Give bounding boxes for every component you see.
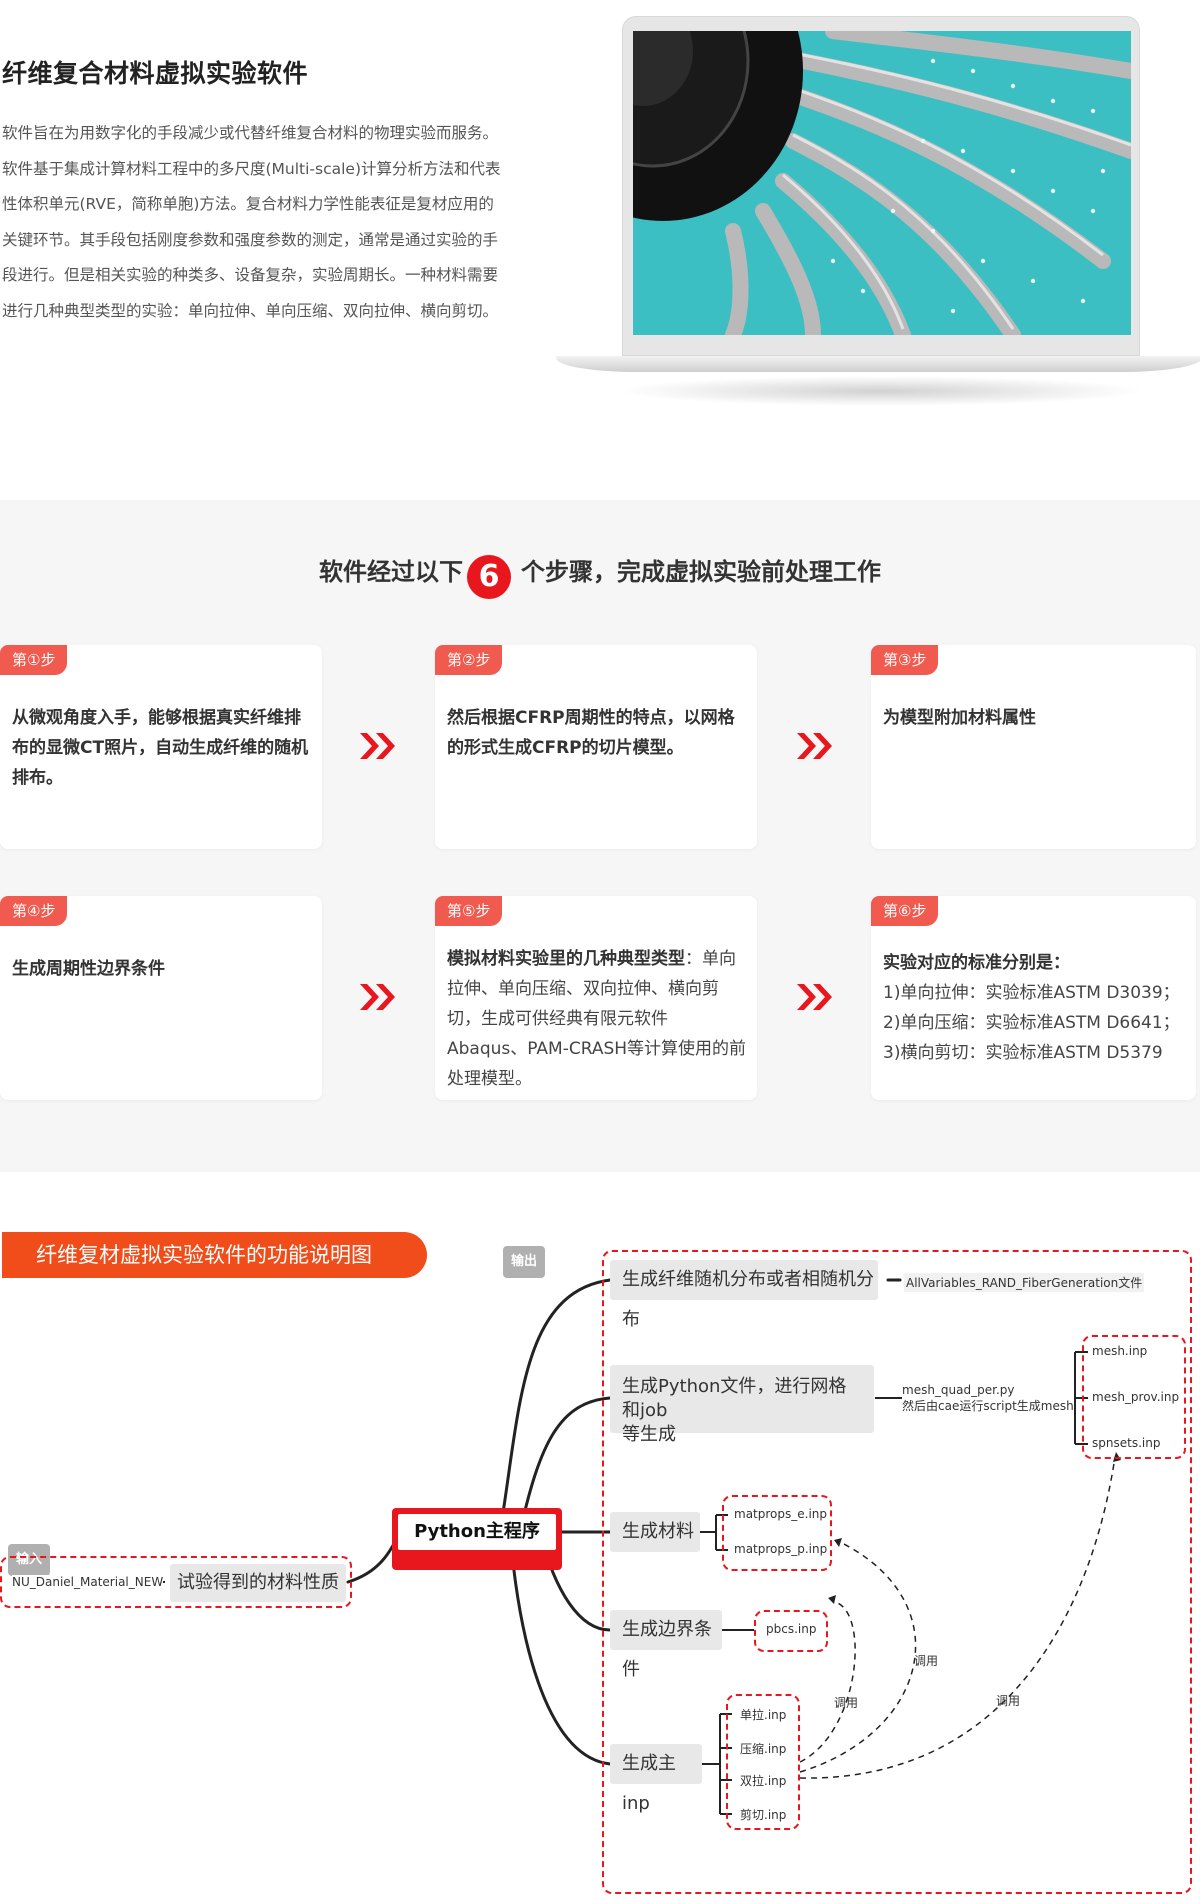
mesh-file: spnsets.inp: [1092, 1436, 1161, 1450]
call-label: 调用: [996, 1694, 1021, 1708]
standard-line: 2)单向压缩：实验标准ASTM D6641；: [883, 1013, 1180, 1033]
intro-line: 软件基于集成计算材料工程中的多尺度(Multi-scale)计算分析方法和代表: [2, 159, 501, 178]
steps-count-badge: 6: [467, 555, 511, 599]
intro-line: 软件旨在为用数字化的手段减少或代替纤维复合材料的物理实验而服务。: [2, 124, 499, 142]
branch-material: 生成材料: [610, 1512, 700, 1552]
mat-file: matprops_e.inp: [734, 1507, 827, 1521]
branch-boundary: 生成边界条件: [610, 1610, 722, 1680]
step-tag: 第③步: [871, 645, 939, 675]
standard-line: 1)单向拉伸：实验标准ASTM D3039；: [883, 983, 1180, 1003]
step-tag: 第①步: [0, 645, 68, 675]
main-inp-file: 剪切.inp: [740, 1806, 787, 1823]
laptop-base: [556, 356, 1200, 372]
step-text: 为模型附加材料属性: [883, 708, 1036, 728]
step-text-rest: ：单向拉伸、单向压缩、双向拉伸、横向剪切，生成可供经典有限元软件Abaqus、P…: [447, 949, 747, 1089]
double-chevron-right-icon: [797, 984, 832, 1010]
jet-engine-fan-image: [633, 31, 1131, 335]
output-badge: 输出: [503, 1246, 545, 1278]
main-inp-file: 单拉.inp: [740, 1706, 787, 1723]
main-inp-file: 双拉.inp: [740, 1772, 787, 1789]
step-tag: 第②步: [435, 645, 503, 675]
step-card-5: 第⑤步 模拟材料实验里的几种典型类型：单向拉伸、单向压缩、双向拉伸、横向剪切，生…: [435, 896, 757, 1100]
branch-python-mesh-line1: 生成Python文件，进行网格和job: [622, 1376, 847, 1421]
step-text-bold: 模拟材料实验里的几种典型类型: [447, 949, 685, 969]
double-chevron-right-icon: [360, 733, 395, 759]
python-main-label: Python主程序: [398, 1514, 556, 1550]
intro-line: 进行几种典型类型的实验：单向拉伸、单向压缩、双向拉伸、横向剪切。: [2, 301, 499, 320]
mesh-script-note: 然后由cae运行script生成mesh: [902, 1399, 1074, 1413]
mesh-script-name: mesh_quad_per.py: [902, 1383, 1015, 1397]
mesh-file: mesh.inp: [1092, 1344, 1148, 1358]
bc-file: pbcs.inp: [766, 1622, 817, 1636]
step-text: 生成周期性边界条件: [12, 959, 165, 979]
step-text: 实验对应的标准分别是： 1)单向拉伸：实验标准ASTM D3039； 2)单向压…: [883, 948, 1198, 1068]
branch-main-inp: 生成主inp: [610, 1744, 702, 1814]
step-text: 模拟材料实验里的几种典型类型：单向拉伸、单向压缩、双向拉伸、横向剪切，生成可供经…: [447, 944, 747, 1094]
fiber-generation-file: AllVariables_RAND_FiberGeneration文件: [904, 1273, 1145, 1292]
step-tag: 第⑥步: [871, 896, 939, 926]
main-inp-file: 压缩.inp: [740, 1740, 787, 1757]
mat-file: matprops_p.inp: [734, 1542, 828, 1556]
mesh-file: mesh_prov.inp: [1092, 1390, 1180, 1404]
step-text-bold: 实验对应的标准分别是：: [883, 953, 1070, 973]
step-text: 从微观角度入手，能够根据真实纤维排布的显微CT照片，自动生成纤维的随机排布。: [12, 708, 309, 788]
intro-section: 纤维复合材料虚拟实验软件 软件旨在为用数字化的手段减少或代替纤维复合材料的物理实…: [0, 0, 1200, 410]
steps-heading: 软件经过以下 6 个步骤，完成虚拟实验前处理工作: [0, 552, 1200, 599]
python-main-node: Python主程序: [392, 1508, 562, 1570]
branch-fiber-generation: 生成纤维随机分布或者相随机分布: [610, 1260, 878, 1330]
steps-section: 软件经过以下 6 个步骤，完成虚拟实验前处理工作 第①步 从微观角度入手，能够根据真…: [0, 500, 1200, 1172]
step-card-1: 第①步 从微观角度入手，能够根据真实纤维排布的显微CT照片，自动生成纤维的随机排…: [0, 645, 322, 849]
branch-python-mesh-line2: 等生成: [622, 1424, 676, 1445]
step-card-4: 第④步 生成周期性边界条件: [0, 896, 322, 1100]
input-file-label: NU_Daniel_Material_NEW: [12, 1575, 164, 1589]
input-node: 试验得到的材料性质: [170, 1564, 346, 1602]
intro-line: 关键环节。其手段包括刚度参数和强度参数的测定，通常是通过实验的手: [2, 230, 499, 249]
call-label: 调用: [914, 1654, 939, 1668]
intro-title: 纤维复合材料虚拟实验软件: [2, 59, 309, 88]
step-card-3: 第③步 为模型附加材料属性: [871, 645, 1196, 849]
laptop-lid: [622, 16, 1140, 356]
laptop-image: [556, 16, 1200, 411]
standard-line: 3)横向剪切：实验标准ASTM D5379: [883, 1043, 1163, 1063]
double-chevron-right-icon: [797, 733, 832, 759]
mindmap-section: 纤维复材虚拟实验软件的功能说明图 输出 输入 Python主程序 NU_Dani…: [0, 1172, 1200, 1904]
step-tag: 第④步: [0, 896, 68, 926]
call-label: 调用: [834, 1696, 859, 1710]
step-card-6: 第⑥步 实验对应的标准分别是： 1)单向拉伸：实验标准ASTM D3039； 2…: [871, 896, 1196, 1100]
step-text: 然后根据CFRP周期性的特点，以网格的形式生成CFRP的切片模型。: [447, 708, 735, 758]
double-chevron-right-icon: [360, 984, 395, 1010]
mesh-script-file: mesh_quad_per.py 然后由cae运行script生成mesh: [902, 1382, 1074, 1414]
steps-heading-after: 个步骤，完成虚拟实验前处理工作: [521, 558, 881, 586]
step-card-2: 第②步 然后根据CFRP周期性的特点，以网格的形式生成CFRP的切片模型。: [435, 645, 757, 849]
steps-heading-before: 软件经过以下: [319, 558, 463, 586]
laptop-shadow: [616, 376, 1146, 406]
fan-blades-illustration: [633, 31, 1131, 335]
intro-description: 软件旨在为用数字化的手段减少或代替纤维复合材料的物理实验而服务。 软件基于集成计…: [2, 116, 522, 330]
intro-line: 性体积单元(RVE，简称单胞)方法。复合材料力学性能表征是复材应用的: [2, 195, 494, 214]
intro-line: 段进行。但是相关实验的种类多、设备复杂，实验周期长。一种材料需要: [2, 266, 499, 285]
branch-python-mesh: 生成Python文件，进行网格和job 等生成: [610, 1365, 874, 1445]
step-tag: 第⑤步: [435, 896, 503, 926]
